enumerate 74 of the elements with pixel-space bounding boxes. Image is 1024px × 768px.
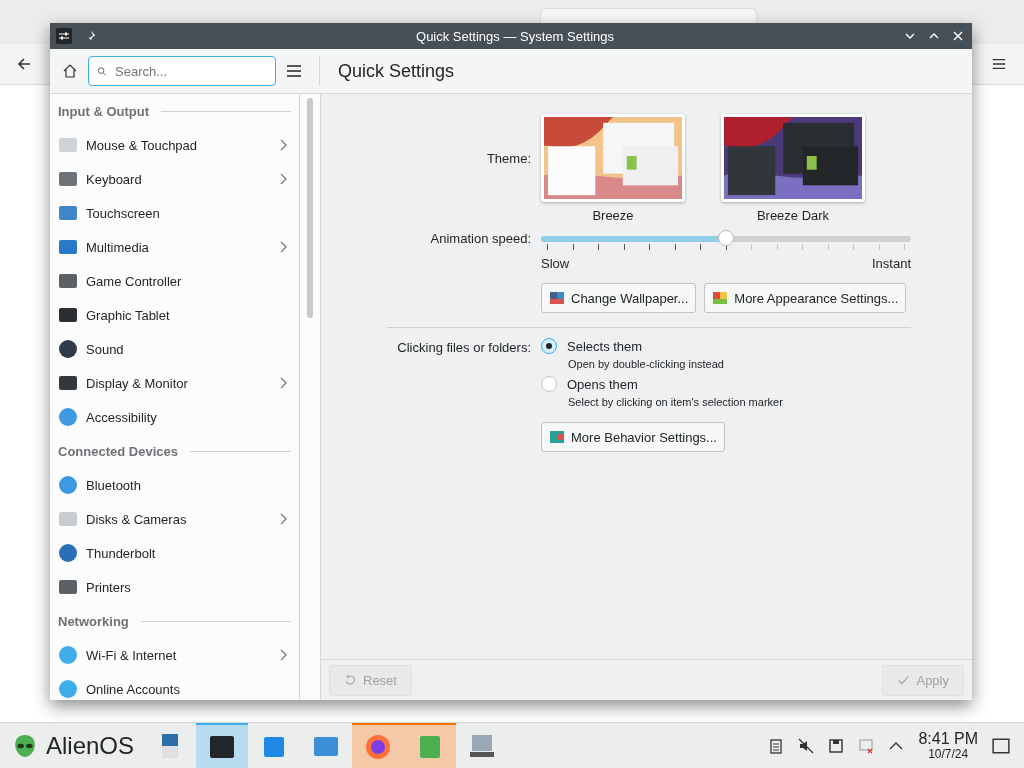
category-icon [58,679,78,699]
category-icon [58,203,78,223]
sidebar-item[interactable]: Accessibility [50,400,300,434]
sidebar-item[interactable]: Thunderbolt [50,536,300,570]
start-button[interactable]: AlienOS [0,732,145,760]
option-hint: Select by clicking on item's selection marker [568,396,783,408]
sidebar-item[interactable]: Online Accounts [50,672,300,700]
settings-icon [549,429,565,445]
behavior-settings-button[interactable]: More Behavior Settings... [541,422,725,452]
clock[interactable]: 8:41 PM 10/7/24 [918,731,978,761]
radio-label[interactable]: Opens them [567,376,638,392]
category-icon [58,475,78,495]
sidebar-item[interactable]: Printers [50,570,300,604]
alien-icon [14,734,36,758]
sidebar-item[interactable]: Keyboard [50,162,300,196]
appearance-settings-button[interactable]: More Appearance Settings... [704,283,907,313]
page-title: Quick Settings [338,60,455,82]
menu-icon[interactable] [992,57,1006,71]
category-icon [58,373,78,393]
network-disconnected-icon[interactable] [858,738,875,754]
save-icon[interactable] [828,738,845,754]
section-heading: Networking [58,613,129,629]
animation-speed-label: Animation speed: [429,231,531,246]
slider-min-label: Slow [541,256,570,271]
checkmark-icon [897,673,911,687]
slider-max-label: Instant [871,256,911,271]
sidebar-item[interactable]: Mouse & Touchpad [50,128,300,162]
category-icon [58,543,78,563]
wallpaper-icon [549,290,565,306]
category-icon [58,305,78,325]
back-arrow-icon[interactable] [16,56,32,72]
undo-icon [344,673,357,687]
computer-icon [468,732,497,760]
section-heading: Connected Devices [58,443,178,459]
category-icon [58,237,78,257]
show-desktop-icon[interactable] [992,737,1010,755]
category-icon [58,169,78,189]
sidebar-item[interactable]: Game Controller [50,264,300,298]
radio-label[interactable]: Selects them [567,338,643,354]
sidebar-item[interactable]: Display & Monitor [50,366,300,400]
category-icon [58,645,78,665]
sidebar-item[interactable]: Multimedia [50,230,300,264]
muted-speaker-icon[interactable] [798,738,815,754]
sidebar-item[interactable]: Bluetooth [50,468,300,502]
theme-label: Theme: [485,151,531,166]
radio-button[interactable] [541,376,557,392]
section-heading: Input & Output [58,103,149,119]
home-icon[interactable] [62,63,78,79]
category-icon [58,509,78,529]
palette-icon [712,290,729,306]
search-icon [97,64,107,78]
browser-icon [364,733,393,761]
sidebar-item[interactable]: Sound [50,332,300,366]
sidebar-item[interactable]: Touchscreen [50,196,300,230]
close-icon[interactable] [952,30,964,42]
category-icon [58,577,78,597]
category-icon [58,339,78,359]
task-button[interactable] [196,723,249,768]
category-icon [58,135,78,155]
option-hint: Open by double-clicking instead [568,358,724,370]
clicking-label: Clicking files or folders: [396,339,531,355]
window-title: Quick Settings — System Settings [415,28,615,44]
category-icon [58,271,78,291]
category-icon [58,407,78,427]
search-input[interactable]: Search... [113,62,267,80]
menu-icon[interactable] [286,63,302,79]
change-wallpaper-button[interactable]: Change Wallpaper... [541,283,697,313]
sidebar-item[interactable]: Disks & Cameras [50,502,300,536]
clipboard-icon[interactable] [768,738,785,754]
sidebar-item[interactable]: Wi-Fi & Internet [50,638,300,672]
radio-button[interactable] [541,338,557,354]
slider-handle[interactable] [718,230,734,246]
sidebar-item[interactable]: Graphic Tablet [50,298,300,332]
search-field[interactable]: Search... [88,56,276,86]
